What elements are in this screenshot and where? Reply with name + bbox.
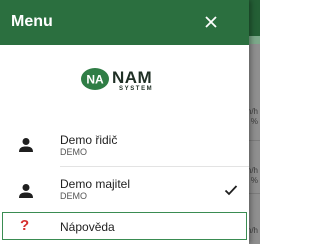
account-subtitle: DEMO: [60, 147, 87, 157]
person-icon: [19, 184, 33, 198]
help-label: Nápověda: [60, 220, 115, 234]
svg-text:NA: NA: [86, 73, 104, 87]
account-name: Demo majitel: [60, 177, 131, 191]
logo-name: NAM: [112, 68, 153, 87]
navigation-drawer: Menu NA NAM SYSTEM Demo řidič DEMO Demo …: [0, 0, 249, 244]
logo: NA NAM SYSTEM: [0, 62, 249, 102]
account-subtitle: DEMO: [60, 191, 87, 201]
account-item-demo-ridic[interactable]: Demo řidič DEMO: [0, 125, 249, 169]
check-icon: [224, 185, 238, 196]
drawer-header: Menu: [0, 0, 249, 45]
divider: [60, 166, 249, 167]
close-icon: [205, 16, 217, 28]
help-icon: ?: [20, 217, 30, 234]
drawer-title: Menu: [11, 13, 53, 30]
help-menu-item[interactable]: ? Nápověda: [2, 212, 247, 240]
account-name: Demo řidič: [60, 133, 118, 147]
person-icon: [19, 138, 33, 152]
logo-subtitle: SYSTEM: [119, 86, 154, 92]
account-item-demo-majitel[interactable]: Demo majitel DEMO: [0, 171, 249, 215]
close-button[interactable]: [201, 12, 221, 32]
logo-mark-icon: NA: [81, 68, 109, 90]
app-screen: 0 km/h -- % 0 km/h 100 % 0 km/h Menu: [0, 0, 260, 244]
